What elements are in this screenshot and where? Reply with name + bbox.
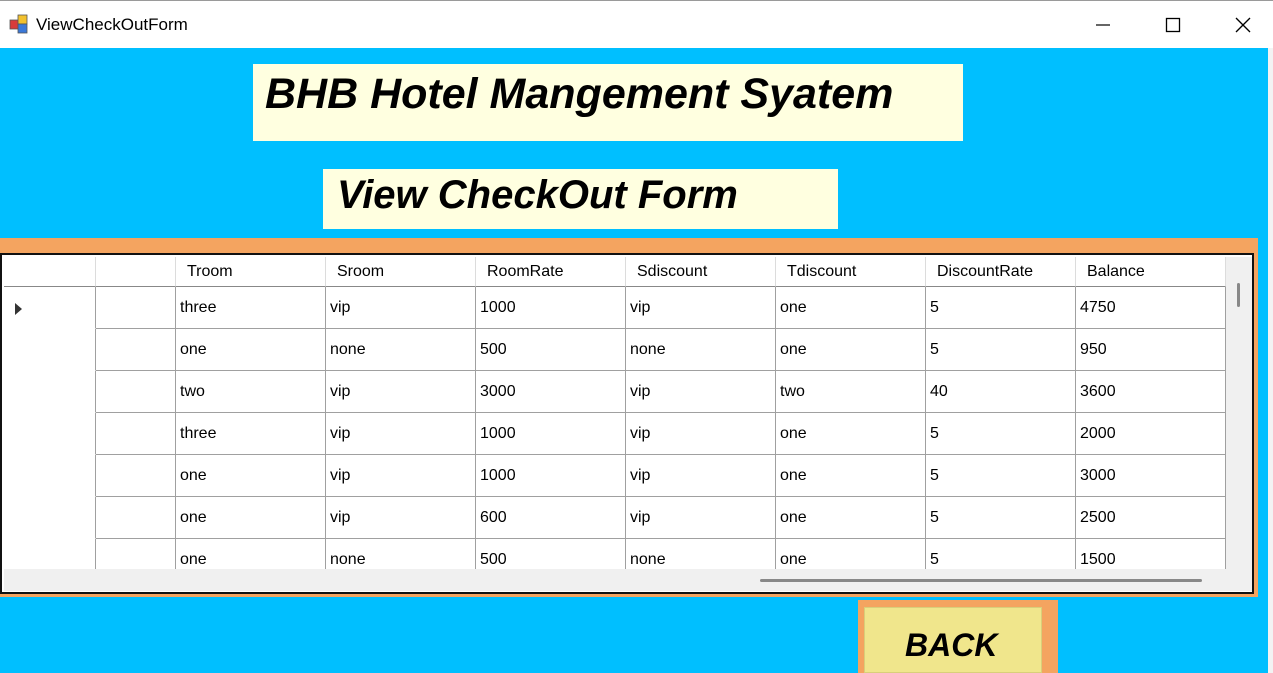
table-cell[interactable]: 5 bbox=[926, 455, 1076, 497]
table-cell[interactable]: two bbox=[776, 371, 926, 413]
table-cell[interactable]: three bbox=[176, 413, 326, 455]
back-button-label: BACK bbox=[905, 627, 998, 663]
current-row-arrow-icon bbox=[15, 303, 22, 315]
table-cell[interactable]: vip bbox=[626, 413, 776, 455]
table-row[interactable]: three vip 1000 vip one 5 2000 bbox=[4, 413, 1226, 455]
table-cell[interactable]: vip bbox=[626, 287, 776, 329]
table-cell[interactable]: one bbox=[776, 413, 926, 455]
window-titlebar: ViewCheckOutForm bbox=[0, 0, 1273, 48]
grid-frame: Troom Sroom RoomRate Sdiscount Tdiscount… bbox=[0, 238, 1258, 597]
maximize-button[interactable] bbox=[1143, 1, 1203, 49]
table-cell[interactable] bbox=[96, 329, 176, 371]
table-cell[interactable]: 500 bbox=[476, 329, 626, 371]
table-cell[interactable]: 2000 bbox=[1076, 413, 1226, 455]
back-button-frame: BACK bbox=[858, 600, 1058, 673]
table-cell[interactable]: one bbox=[176, 329, 326, 371]
table-row[interactable]: one vip 1000 vip one 5 3000 bbox=[4, 455, 1226, 497]
checkout-datagrid[interactable]: Troom Sroom RoomRate Sdiscount Tdiscount… bbox=[0, 253, 1254, 594]
table-cell[interactable]: 40 bbox=[926, 371, 1076, 413]
system-title-banner: BHB Hotel Mangement Syatem bbox=[253, 64, 963, 141]
table-cell[interactable]: 5 bbox=[926, 413, 1076, 455]
table-cell[interactable]: one bbox=[776, 497, 926, 539]
table-cell[interactable]: 3600 bbox=[1076, 371, 1226, 413]
table-cell[interactable]: one bbox=[776, 287, 926, 329]
table-cell[interactable]: 600 bbox=[476, 497, 626, 539]
table-cell[interactable]: vip bbox=[626, 371, 776, 413]
table-row[interactable]: one none 500 none one 5 950 bbox=[4, 329, 1226, 371]
system-title: BHB Hotel Mangement Syatem bbox=[265, 70, 894, 118]
table-cell[interactable]: vip bbox=[626, 455, 776, 497]
table-cell[interactable]: none bbox=[626, 329, 776, 371]
row-header[interactable] bbox=[4, 455, 96, 497]
row-header[interactable] bbox=[4, 371, 96, 413]
table-cell[interactable]: vip bbox=[326, 287, 476, 329]
table-cell[interactable]: 950 bbox=[1076, 329, 1226, 371]
table-row[interactable]: one vip 600 vip one 5 2500 bbox=[4, 497, 1226, 539]
column-header-sroom[interactable]: Sroom bbox=[326, 257, 476, 287]
window-title: ViewCheckOutForm bbox=[36, 15, 188, 34]
table-cell[interactable] bbox=[96, 497, 176, 539]
table-cell[interactable]: vip bbox=[326, 371, 476, 413]
table-cell[interactable]: vip bbox=[326, 455, 476, 497]
table-cell[interactable]: 1000 bbox=[476, 413, 626, 455]
column-header-sdiscount[interactable]: Sdiscount bbox=[626, 257, 776, 287]
vertical-scrollbar[interactable] bbox=[1226, 257, 1252, 569]
window-right-edge bbox=[1268, 48, 1273, 673]
row-header-corner bbox=[4, 257, 96, 287]
table-cell[interactable] bbox=[96, 287, 176, 329]
table-cell[interactable]: 4750 bbox=[1076, 287, 1226, 329]
column-header-discountrate[interactable]: DiscountRate bbox=[926, 257, 1076, 287]
close-button[interactable] bbox=[1213, 1, 1273, 49]
column-header-tdiscount[interactable]: Tdiscount bbox=[776, 257, 926, 287]
back-button[interactable]: BACK bbox=[864, 607, 1042, 673]
table-cell[interactable]: one bbox=[776, 329, 926, 371]
column-header-roomrate[interactable]: RoomRate bbox=[476, 257, 626, 287]
row-header[interactable] bbox=[4, 497, 96, 539]
row-header[interactable] bbox=[4, 287, 96, 329]
table-cell[interactable]: none bbox=[326, 329, 476, 371]
table-cell[interactable]: two bbox=[176, 371, 326, 413]
horizontal-scrollbar[interactable] bbox=[4, 569, 1252, 591]
table-cell[interactable]: 1000 bbox=[476, 287, 626, 329]
row-header[interactable] bbox=[4, 329, 96, 371]
minimize-button[interactable] bbox=[1073, 1, 1133, 49]
maximize-icon bbox=[1165, 17, 1181, 33]
close-icon bbox=[1235, 17, 1251, 33]
table-cell[interactable]: one bbox=[776, 455, 926, 497]
form-title-banner: View CheckOut Form bbox=[323, 169, 838, 229]
table-cell[interactable] bbox=[96, 413, 176, 455]
column-header[interactable] bbox=[96, 257, 176, 287]
table-cell[interactable]: 3000 bbox=[476, 371, 626, 413]
table-cell[interactable]: vip bbox=[326, 497, 476, 539]
table-cell[interactable]: three bbox=[176, 287, 326, 329]
table-row[interactable]: two vip 3000 vip two 40 3600 bbox=[4, 371, 1226, 413]
table-cell[interactable] bbox=[96, 371, 176, 413]
grid-header-row: Troom Sroom RoomRate Sdiscount Tdiscount… bbox=[4, 257, 1226, 287]
table-cell[interactable] bbox=[96, 455, 176, 497]
table-cell[interactable]: 3000 bbox=[1076, 455, 1226, 497]
row-header[interactable] bbox=[4, 413, 96, 455]
table-cell[interactable]: vip bbox=[326, 413, 476, 455]
table-cell[interactable]: 5 bbox=[926, 329, 1076, 371]
table-cell[interactable]: vip bbox=[626, 497, 776, 539]
vertical-scroll-thumb[interactable] bbox=[1237, 283, 1240, 307]
column-header-balance[interactable]: Balance bbox=[1076, 257, 1226, 287]
app-icon bbox=[9, 14, 28, 34]
table-cell[interactable]: 5 bbox=[926, 497, 1076, 539]
minimize-icon bbox=[1096, 24, 1110, 26]
table-cell[interactable]: one bbox=[176, 455, 326, 497]
table-row[interactable]: three vip 1000 vip one 5 4750 bbox=[4, 287, 1226, 329]
horizontal-scroll-thumb[interactable] bbox=[760, 579, 1202, 582]
table-cell[interactable]: 1000 bbox=[476, 455, 626, 497]
form-title: View CheckOut Form bbox=[337, 173, 738, 217]
column-header-troom[interactable]: Troom bbox=[176, 257, 326, 287]
table-cell[interactable]: 5 bbox=[926, 287, 1076, 329]
table-cell[interactable]: one bbox=[176, 497, 326, 539]
table-cell[interactable]: 2500 bbox=[1076, 497, 1226, 539]
